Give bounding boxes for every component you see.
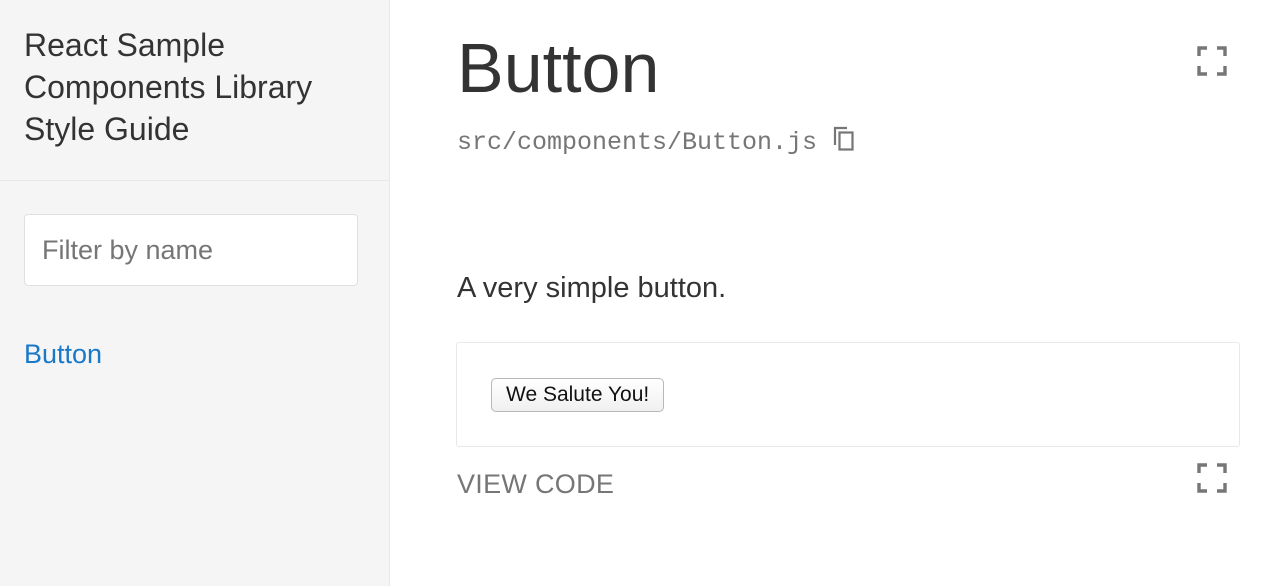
sidebar: React Sample Components Library Style Gu…	[0, 0, 390, 586]
nav-item-button: Button	[24, 334, 102, 374]
copy-icon[interactable]	[831, 125, 857, 153]
styleguide-title[interactable]: React Sample Components Library Style Gu…	[24, 24, 364, 150]
main-content: Button src/components/Button.js A very s…	[391, 0, 1262, 586]
view-code-toggle[interactable]: VIEW CODE	[457, 464, 614, 504]
sidebar-header: React Sample Components Library Style Gu…	[0, 0, 389, 181]
filter-input[interactable]	[24, 214, 358, 286]
example-button[interactable]: We Salute You!	[491, 378, 665, 412]
fullscreen-icon[interactable]	[1197, 46, 1227, 76]
component-nav: Button	[24, 334, 102, 374]
example-preview: We Salute You!	[456, 342, 1240, 447]
component-name[interactable]: Button	[457, 26, 659, 110]
example-fullscreen-icon[interactable]	[1197, 463, 1227, 493]
file-path-row: src/components/Button.js	[457, 125, 857, 157]
file-path: src/components/Button.js	[457, 128, 818, 157]
nav-link-button[interactable]: Button	[24, 339, 102, 369]
component-description: A very simple button.	[457, 272, 727, 304]
